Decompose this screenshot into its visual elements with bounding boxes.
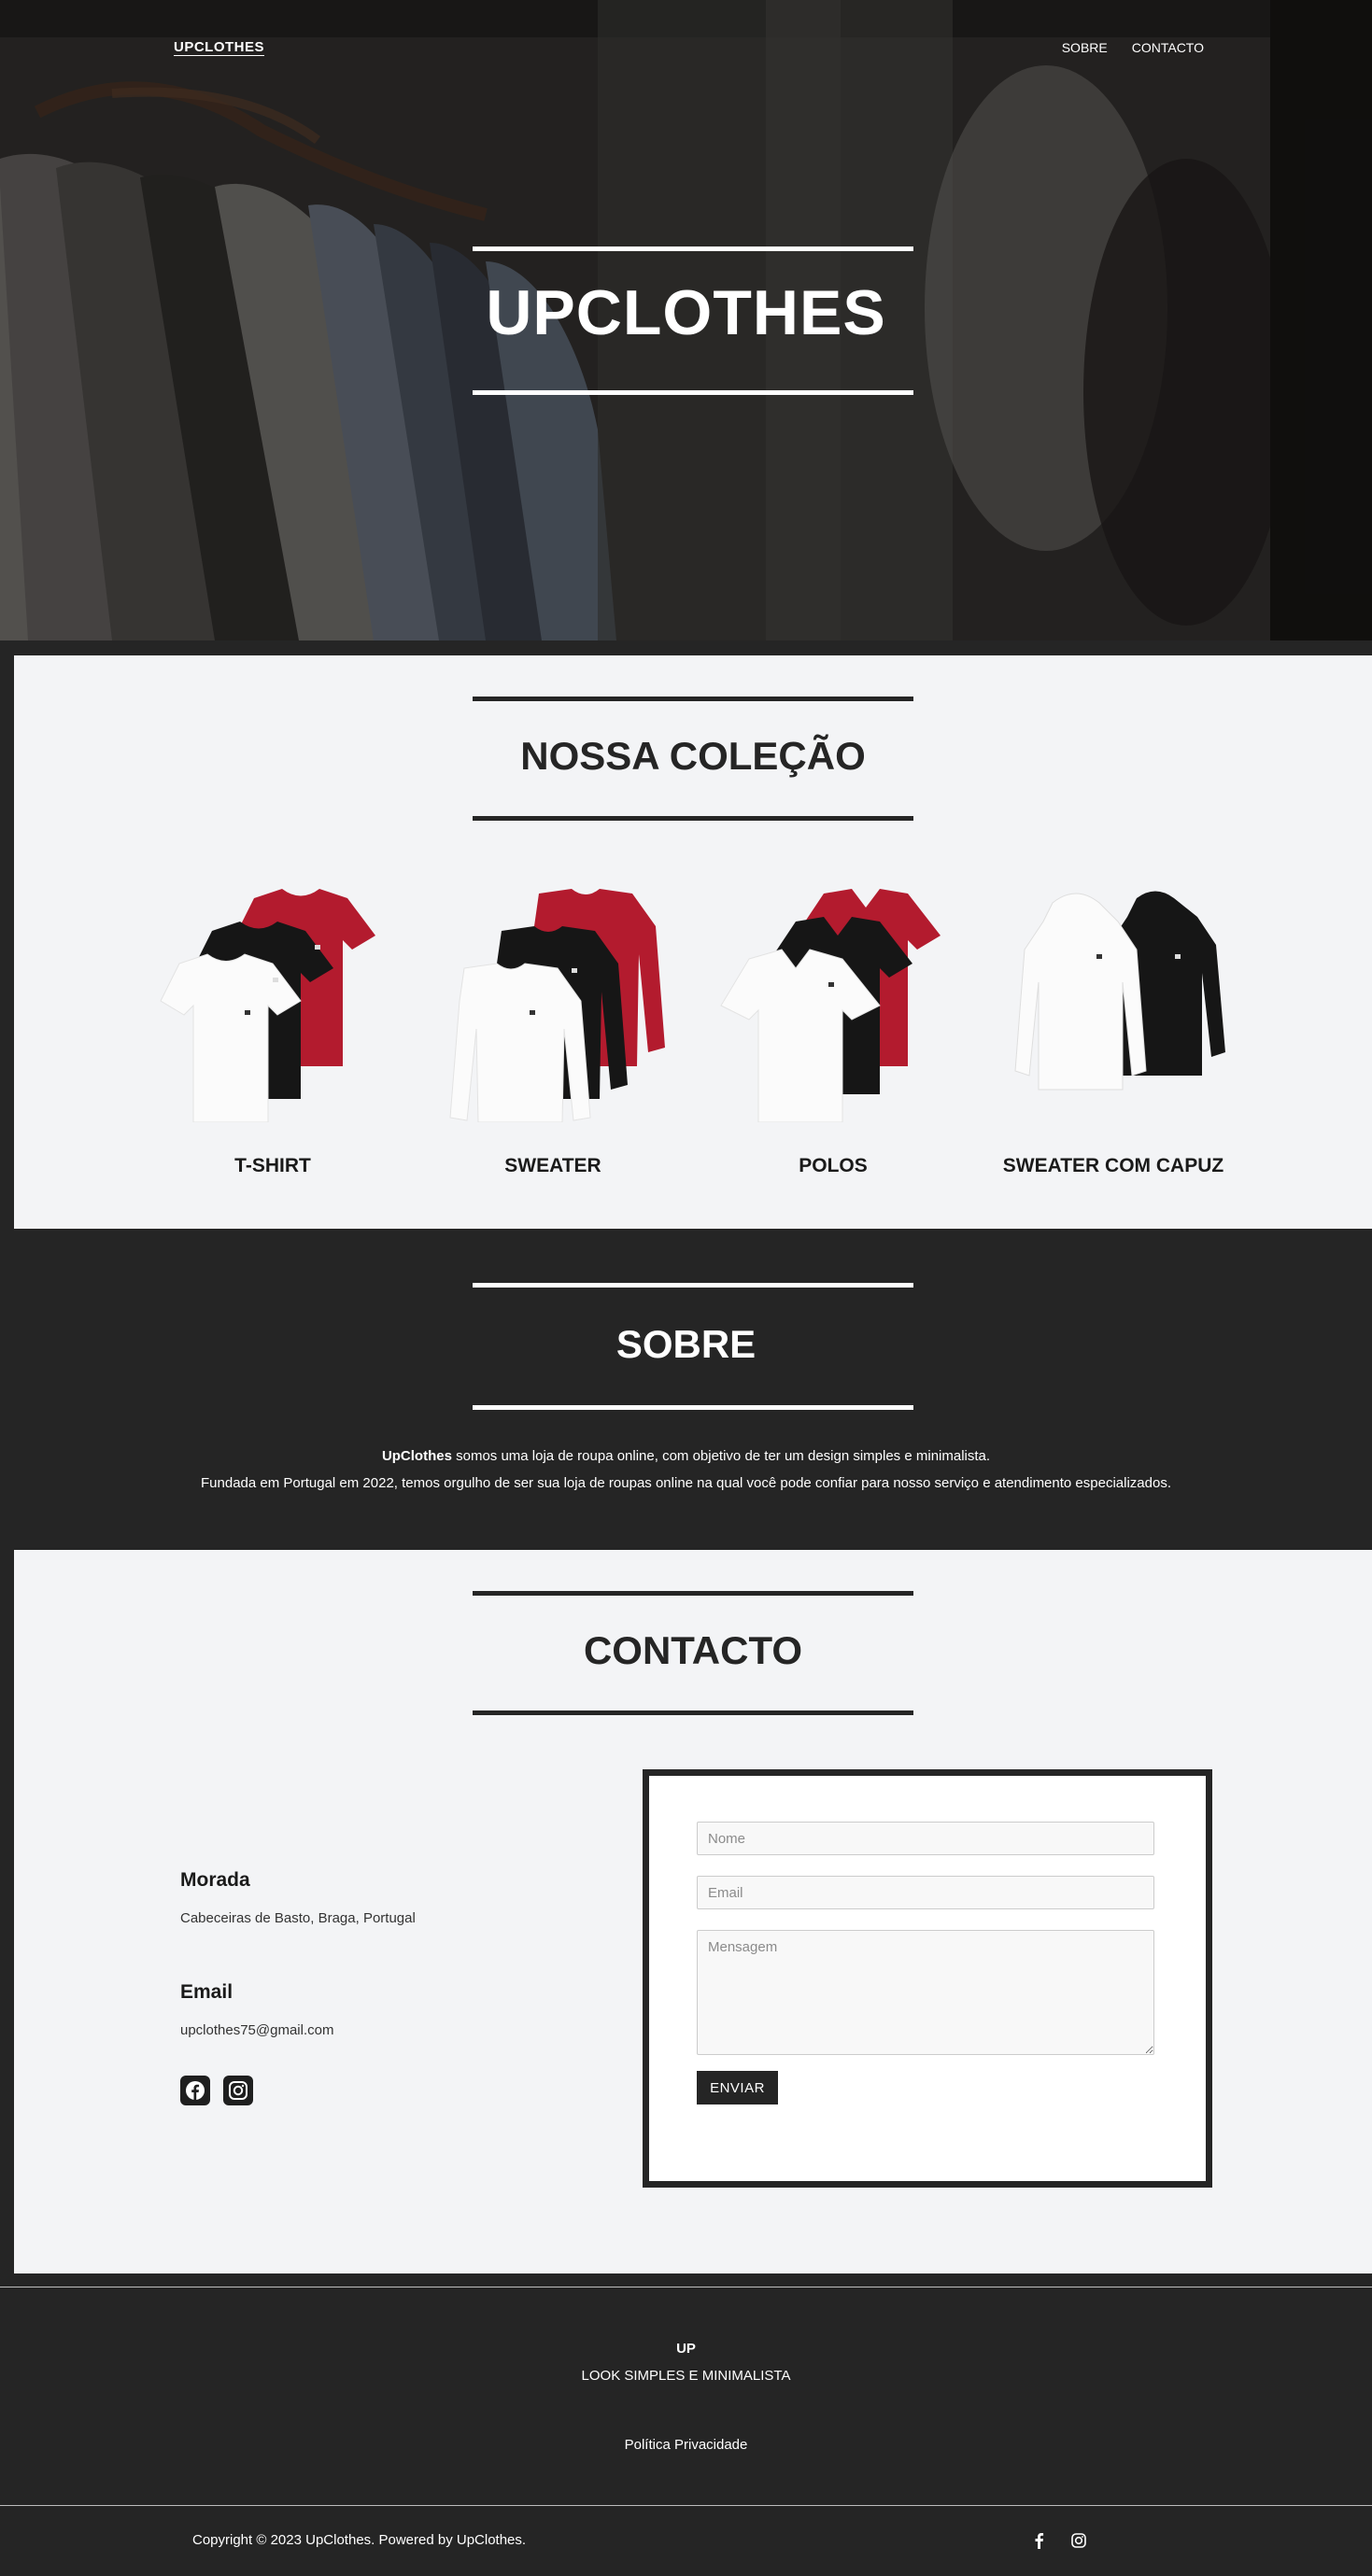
contact-rule-top xyxy=(473,1591,913,1596)
product-card-tshirt[interactable] xyxy=(133,889,413,1127)
product-label-hoodie[interactable]: SWEATER COM CAPUZ xyxy=(973,1155,1253,1177)
contact-rule-bottom xyxy=(473,1710,913,1715)
collection-rule-top xyxy=(473,697,913,701)
about-rule-top xyxy=(473,1283,913,1288)
name-field[interactable] xyxy=(697,1822,1154,1855)
contact-section: CONTACTO Morada Cabeceiras de Basto, Bra… xyxy=(14,1550,1372,2273)
nav-link-sobre[interactable]: SOBRE xyxy=(1062,40,1108,55)
product-card-hoodie[interactable] xyxy=(973,889,1253,1127)
contact-form: ENVIAR xyxy=(643,1769,1212,2188)
polo-image xyxy=(720,889,941,1123)
facebook-icon[interactable] xyxy=(180,2076,210,2105)
about-rule-bottom xyxy=(473,1405,913,1410)
about-line-1-text: somos uma loja de roupa online, com obje… xyxy=(451,1448,991,1464)
hoodie-image xyxy=(1014,891,1225,1091)
instagram-icon[interactable] xyxy=(223,2076,253,2105)
hero-rule-bottom xyxy=(473,390,913,395)
about-line-1: UpClothes somos uma loja de roupa online… xyxy=(0,1448,1372,1464)
copyright-text: Copyright © 2023 UpClothes. Powered by U… xyxy=(192,2532,527,2548)
footer-brand: UP xyxy=(676,2341,696,2357)
product-label-tshirt[interactable]: T-SHIRT xyxy=(133,1155,413,1177)
sweater-image xyxy=(449,889,665,1123)
about-title: SOBRE xyxy=(615,1322,757,1366)
email-field[interactable] xyxy=(697,1876,1154,1909)
email-text: upclothes75@gmail.com xyxy=(180,2022,334,2038)
send-button[interactable]: ENVIAR xyxy=(697,2071,778,2104)
footer-tagline: LOOK SIMPLES E MINIMALISTA xyxy=(581,2368,791,2384)
collection-rule-bottom xyxy=(473,816,913,821)
about-brand: UpClothes xyxy=(381,1448,452,1464)
collection-title: NOSSA COLEÇÃO xyxy=(520,734,866,778)
product-card-sweater[interactable] xyxy=(413,889,693,1127)
nav-link-contacto[interactable]: CONTACTO xyxy=(1132,40,1204,55)
email-heading: Email xyxy=(180,1981,233,2003)
about-line-2: Fundada em Portugal em 2022, temos orgul… xyxy=(201,1475,1171,1491)
nav-logo[interactable]: UPCLOTHES xyxy=(174,39,264,55)
about-section: SOBRE UpClothes somos uma loja de roupa … xyxy=(0,1229,1372,1550)
privacy-policy-link[interactable]: Política Privacidade xyxy=(625,2437,748,2453)
product-label-sweater[interactable]: SWEATER xyxy=(413,1155,693,1177)
message-field[interactable] xyxy=(697,1930,1154,2055)
footer-divider-bottom xyxy=(0,2505,1372,2506)
hero-rule-top xyxy=(473,246,913,251)
footer-instagram-icon[interactable] xyxy=(1070,2532,1087,2549)
product-label-polos[interactable]: POLOS xyxy=(693,1155,973,1177)
contact-title: CONTACTO xyxy=(583,1628,803,1672)
collection-section: NOSSA COLEÇÃO T-SHIRT SWEATER POLOS SWEA… xyxy=(14,655,1372,1229)
tshirt-image xyxy=(160,889,375,1123)
hero-title: UPCLOTHES xyxy=(486,277,886,348)
address-text: Cabeceiras de Basto, Braga, Portugal xyxy=(180,1910,416,1926)
top-nav: SOBRE CONTACTO xyxy=(1062,40,1204,55)
footer-privacy-row: Política Privacidade xyxy=(0,2437,1372,2453)
product-card-polos[interactable] xyxy=(693,889,973,1127)
address-heading: Morada xyxy=(180,1869,250,1891)
footer-facebook-icon[interactable] xyxy=(1031,2532,1048,2549)
